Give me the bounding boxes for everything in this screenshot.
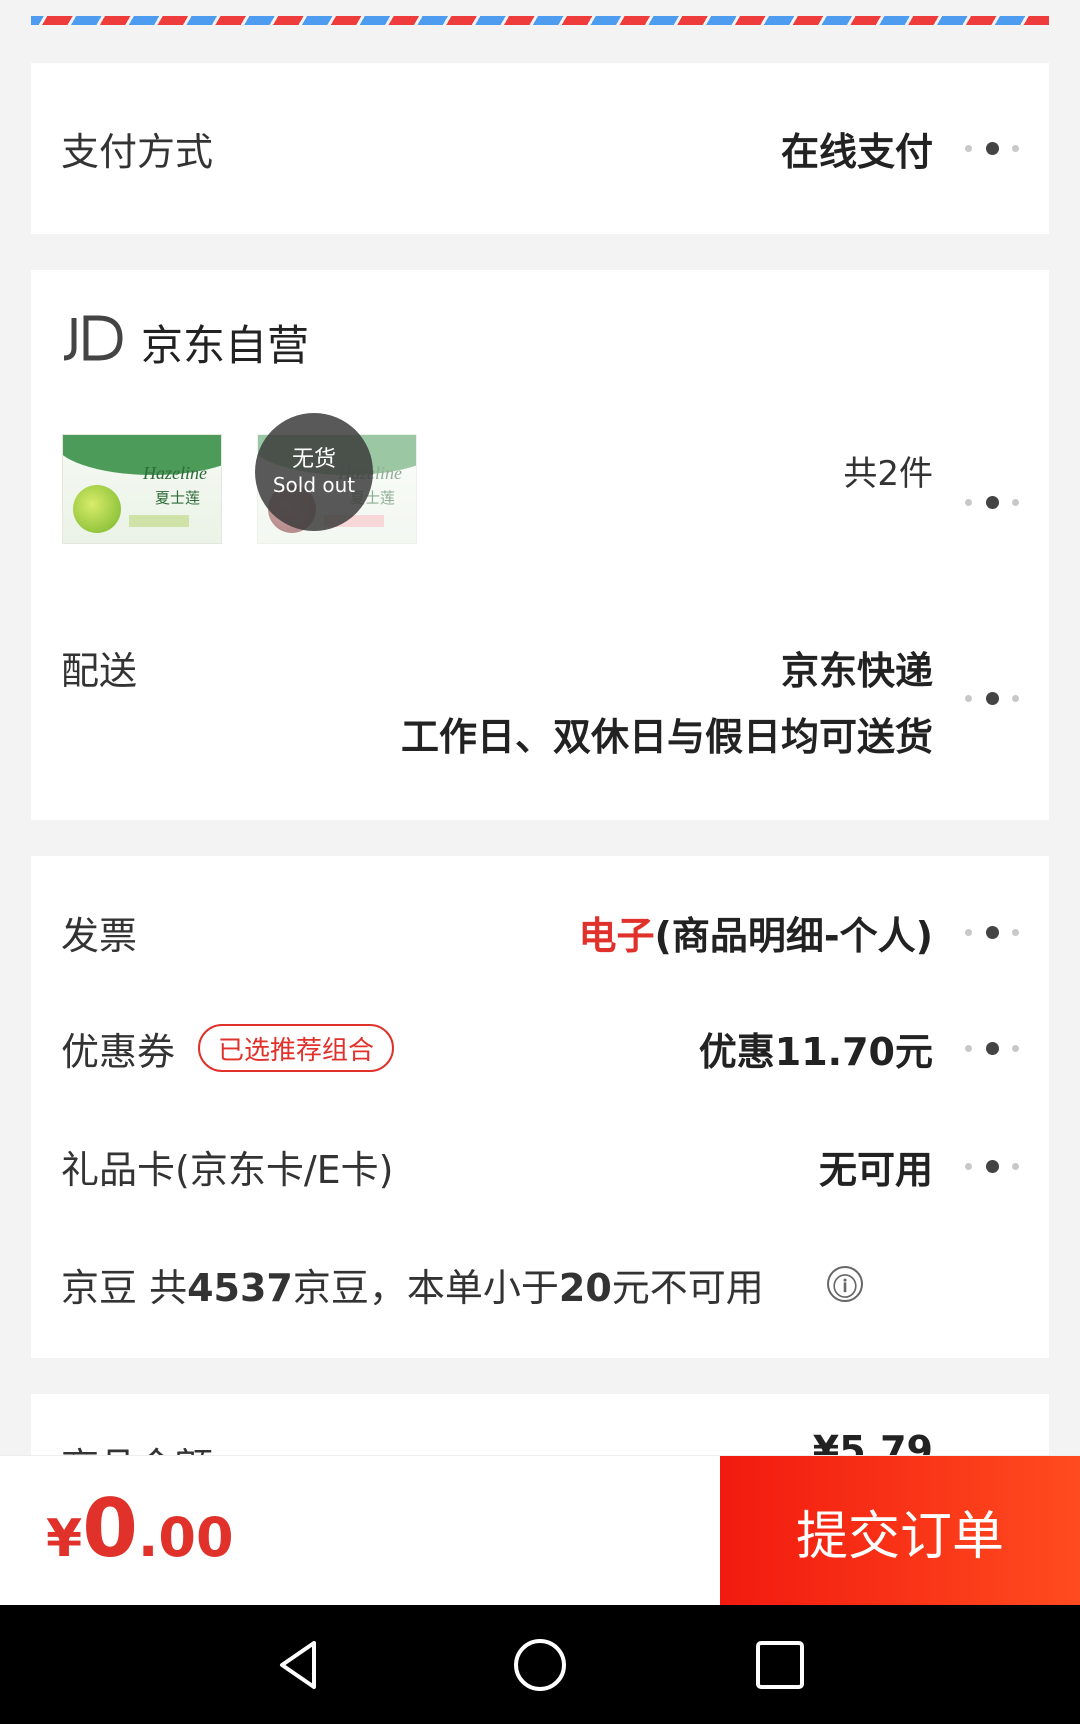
giftcard-label: 礼品卡(京东卡/E卡) [61,1147,394,1192]
order-confirm-page: 支付方式 在线支付 京东自营 Hazeline 夏士莲 Hazeline 夏士莲… [0,0,1080,1724]
submit-order-button[interactable]: 提交订单 [720,1456,1080,1606]
item-count[interactable]: 共2件 [843,446,933,495]
invoice-type: 电子 [578,913,655,958]
currency-symbol: ¥ [46,1509,83,1569]
giftcard-row[interactable]: 礼品卡(京东卡/E卡) 无可用 [31,1126,1049,1206]
options-card: 发票 电子(商品明细-个人) 优惠券 已选推荐组合 优惠11.70元 礼品卡(京… [31,856,1049,1358]
jd-logo-icon [63,315,123,361]
coupon-recommended-tag: 已选推荐组合 [198,1024,395,1072]
system-nav-bar [0,1605,1080,1724]
more-dots-icon[interactable] [965,492,1019,512]
delivery-method: 京东快递 [780,649,933,693]
sold-out-badge: 无货 Sold out [255,413,373,531]
sold-out-en: Sold out [272,473,356,497]
checkout-bar: ¥0.00 提交订单 [0,1455,1080,1606]
payment-row[interactable]: 支付方式 在线支付 [31,108,1049,188]
coupon-label: 优惠券 [61,1029,176,1074]
info-icon[interactable]: ⓘ [827,1266,863,1302]
invoice-label: 发票 [61,913,138,958]
address-airmail-border [31,16,1049,25]
shop-name: 京东自营 [141,321,310,370]
giftcard-value: 无可用 [818,1147,933,1192]
goods-amount-label: 商品金额 [61,1436,213,1455]
sold-out-cn: 无货 [291,447,336,472]
amount-card: 商品金额 ¥5.79 [31,1394,1049,1455]
invoice-value: 电子(商品明细-个人) [578,905,933,960]
more-dots-icon[interactable] [965,138,1019,158]
invoice-row[interactable]: 发票 电子(商品明细-个人) [31,892,1049,972]
more-dots-icon[interactable] [965,1038,1019,1058]
coupon-value: 优惠11.70元 [698,1029,933,1074]
jingdou-row: 京豆 共4537京豆，本单小于20元不可用 ⓘ [31,1244,1049,1324]
payment-label: 支付方式 [61,129,214,174]
goods-amount-value: ¥5.79 [812,1428,933,1455]
order-total: ¥0.00 [46,1482,234,1575]
home-icon[interactable] [510,1635,570,1695]
more-dots-icon[interactable] [965,688,1019,708]
back-icon[interactable] [270,1635,330,1695]
recent-apps-icon[interactable] [750,1635,810,1695]
product-brand-cn: 夏士莲 [155,489,201,507]
product-thumbnail[interactable]: Hazeline 夏士莲 [62,434,222,544]
total-decimal: .00 [137,1506,234,1569]
product-brand: Hazeline [143,463,207,483]
coupon-row[interactable]: 优惠券 已选推荐组合 优惠11.70元 [31,1008,1049,1088]
payment-value: 在线支付 [780,129,933,174]
more-dots-icon[interactable] [965,1156,1019,1176]
delivery-label: 配送 [61,649,138,693]
more-dots-icon[interactable] [965,922,1019,942]
delivery-time: 工作日、双休日与假日均可送货 [400,715,933,759]
total-integer: 0 [82,1482,138,1575]
invoice-detail: (商品明细-个人) [654,913,933,958]
shop-card: 京东自营 Hazeline 夏士莲 Hazeline 夏士莲 共2件 配送 京东… [31,270,1049,820]
payment-card[interactable]: 支付方式 在线支付 [31,63,1049,234]
jingdou-text: 京豆 共4537京豆，本单小于20元不可用 [61,1265,764,1310]
